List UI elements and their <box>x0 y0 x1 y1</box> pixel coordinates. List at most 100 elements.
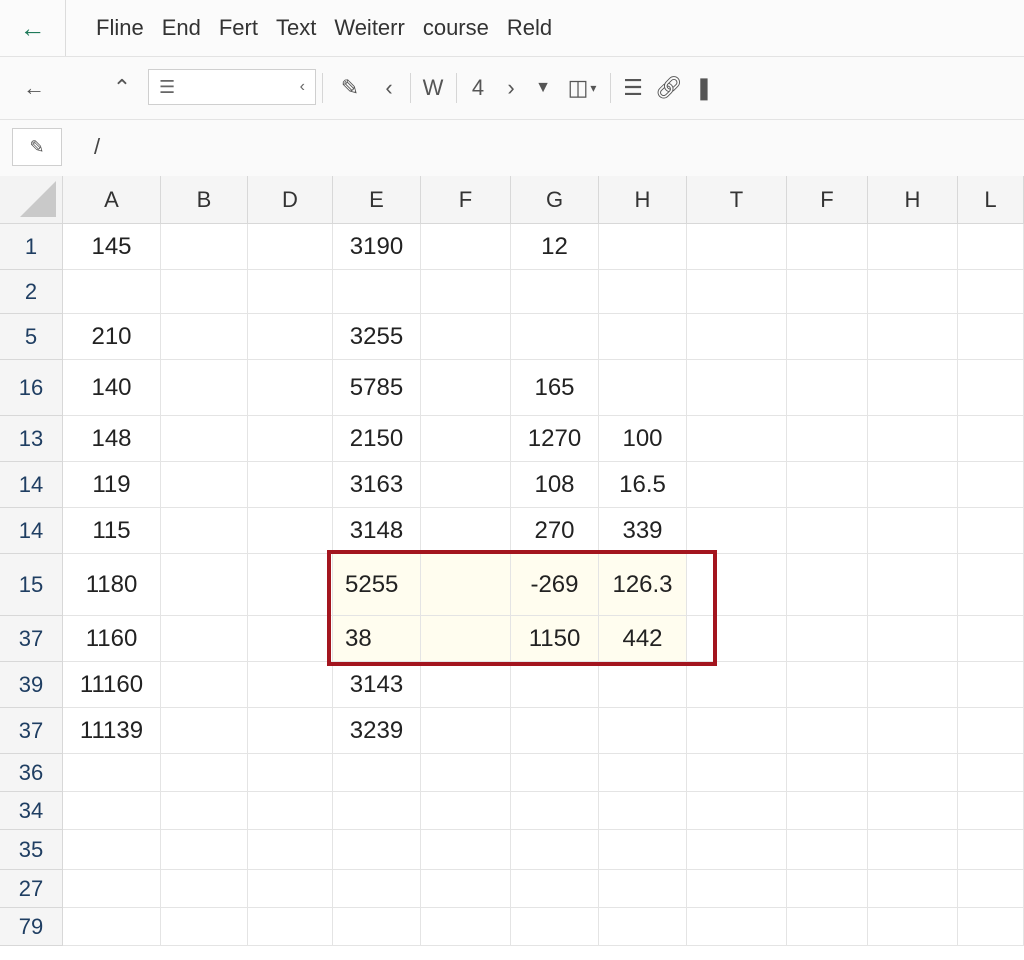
cell[interactable] <box>868 616 958 662</box>
row-header[interactable]: 15 <box>0 554 63 616</box>
cell[interactable] <box>421 554 511 616</box>
style-selector[interactable]: ☰ ‹ <box>148 69 316 105</box>
cell[interactable] <box>599 830 687 870</box>
cell[interactable] <box>958 416 1024 462</box>
cell[interactable]: 5785 <box>333 360 421 416</box>
cell[interactable] <box>248 870 333 908</box>
bullet-list-button[interactable]: ☰ <box>618 57 648 119</box>
cell[interactable] <box>248 662 333 708</box>
cell[interactable] <box>868 416 958 462</box>
link-button[interactable]: 🔗︎ <box>654 57 684 119</box>
cell[interactable] <box>161 908 248 946</box>
cell[interactable] <box>161 708 248 754</box>
column-header[interactable]: D <box>248 176 333 224</box>
cell[interactable] <box>787 314 868 360</box>
cell[interactable] <box>868 270 958 314</box>
cell[interactable] <box>787 554 868 616</box>
cell[interactable]: 119 <box>63 462 161 508</box>
cell[interactable] <box>333 792 421 830</box>
column-header[interactable]: E <box>333 176 421 224</box>
cell[interactable] <box>248 314 333 360</box>
cell[interactable] <box>161 792 248 830</box>
cell[interactable] <box>333 908 421 946</box>
back-button[interactable]: ← <box>0 0 66 56</box>
select-all-corner[interactable] <box>0 176 63 224</box>
cell[interactable] <box>599 224 687 270</box>
cell[interactable]: 11139 <box>63 708 161 754</box>
cell[interactable] <box>868 554 958 616</box>
cell[interactable] <box>787 224 868 270</box>
menu-item-text[interactable]: Text <box>276 15 316 41</box>
cell[interactable] <box>161 224 248 270</box>
cell[interactable] <box>333 870 421 908</box>
cell[interactable]: 3255 <box>333 314 421 360</box>
row-header[interactable]: 39 <box>0 662 63 708</box>
cell[interactable]: 1150 <box>511 616 599 662</box>
cell[interactable] <box>248 830 333 870</box>
count-button[interactable]: 4 <box>464 57 492 119</box>
cell[interactable] <box>511 792 599 830</box>
cell[interactable] <box>868 792 958 830</box>
cell[interactable] <box>63 908 161 946</box>
cell[interactable] <box>511 754 599 792</box>
cell[interactable] <box>599 870 687 908</box>
cell[interactable] <box>787 708 868 754</box>
column-header[interactable]: A <box>63 176 161 224</box>
row-header[interactable]: 36 <box>0 754 63 792</box>
row-header[interactable]: 1 <box>0 224 63 270</box>
cell[interactable] <box>421 416 511 462</box>
cell[interactable] <box>421 830 511 870</box>
cell[interactable] <box>333 270 421 314</box>
cell[interactable] <box>161 830 248 870</box>
cell[interactable] <box>248 224 333 270</box>
cell[interactable] <box>421 508 511 554</box>
cell[interactable] <box>333 754 421 792</box>
cell[interactable] <box>248 360 333 416</box>
cell[interactable]: 1160 <box>63 616 161 662</box>
cell[interactable] <box>161 416 248 462</box>
cell[interactable] <box>421 708 511 754</box>
menu-item-fert[interactable]: Fert <box>219 15 258 41</box>
cell[interactable] <box>161 662 248 708</box>
column-header[interactable]: F <box>787 176 868 224</box>
cell[interactable] <box>421 270 511 314</box>
cell[interactable]: 5255 <box>333 554 421 616</box>
cell[interactable] <box>868 754 958 792</box>
wrap-button[interactable]: W <box>418 57 448 119</box>
cell[interactable] <box>868 314 958 360</box>
cell[interactable] <box>421 792 511 830</box>
cell[interactable] <box>511 270 599 314</box>
cell[interactable]: 210 <box>63 314 161 360</box>
cell[interactable] <box>787 662 868 708</box>
cell[interactable] <box>599 908 687 946</box>
cell[interactable] <box>787 508 868 554</box>
cell[interactable] <box>511 870 599 908</box>
cell[interactable] <box>248 908 333 946</box>
cell[interactable]: 11160 <box>63 662 161 708</box>
cell[interactable] <box>787 416 868 462</box>
row-header[interactable]: 14 <box>0 508 63 554</box>
cell[interactable] <box>958 792 1024 830</box>
cell[interactable] <box>687 416 787 462</box>
cell[interactable]: 140 <box>63 360 161 416</box>
cell[interactable] <box>63 270 161 314</box>
column-header[interactable]: T <box>687 176 787 224</box>
cell[interactable] <box>511 708 599 754</box>
cell[interactable]: 270 <box>511 508 599 554</box>
cell[interactable] <box>787 616 868 662</box>
cell[interactable] <box>687 908 787 946</box>
cell[interactable] <box>63 754 161 792</box>
cell[interactable] <box>687 870 787 908</box>
cell[interactable]: 100 <box>599 416 687 462</box>
cell[interactable] <box>958 224 1024 270</box>
cell[interactable] <box>958 554 1024 616</box>
formula-input[interactable]: / <box>86 128 994 166</box>
cell[interactable]: 148 <box>63 416 161 462</box>
cell[interactable] <box>161 360 248 416</box>
prev-button[interactable]: ‹ <box>376 57 402 119</box>
dropdown-button[interactable]: ▼ <box>530 57 556 119</box>
cell[interactable] <box>687 616 787 662</box>
cell[interactable] <box>868 462 958 508</box>
cell[interactable] <box>958 314 1024 360</box>
row-header[interactable]: 2 <box>0 270 63 314</box>
